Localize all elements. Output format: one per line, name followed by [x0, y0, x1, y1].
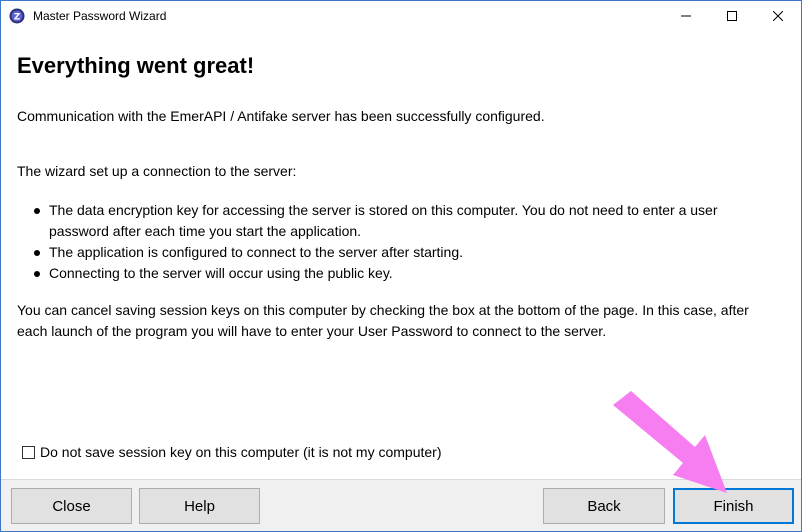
close-button[interactable]: Close: [11, 488, 132, 524]
back-button[interactable]: Back: [543, 488, 665, 524]
wizard-window: Z Master Password Wizard Everything went…: [0, 0, 802, 532]
intro-text: Communication with the EmerAPI / Antifak…: [17, 108, 545, 124]
save-session-checkbox-row[interactable]: Do not save session key on this computer…: [22, 444, 442, 460]
checkbox-label[interactable]: Do not save session key on this computer…: [40, 444, 442, 460]
maximize-icon: [727, 11, 737, 21]
bullet-text: Connecting to the server will occur usin…: [49, 265, 393, 281]
bullet-icon: [34, 250, 40, 256]
bullet-item: The data encryption key for accessing th…: [17, 200, 777, 242]
page-heading: Everything went great!: [17, 53, 255, 78]
close-window-button[interactable]: [755, 1, 801, 31]
bullet-item: The application is configured to connect…: [17, 242, 777, 263]
button-bar: Close Help Back Finish: [1, 479, 801, 531]
bullet-icon: [34, 208, 40, 214]
bullet-text: The application is configured to connect…: [49, 244, 464, 260]
svg-text:Z: Z: [14, 13, 21, 23]
window-title: Master Password Wizard: [33, 9, 167, 23]
maximize-button[interactable]: [709, 1, 755, 31]
title-bar[interactable]: Z Master Password Wizard: [1, 1, 801, 31]
bullet-text: The data encryption key for accessing th…: [49, 202, 718, 239]
setup-intro-text: The wizard set up a connection to the se…: [17, 163, 297, 179]
bullet-item: Connecting to the server will occur usin…: [17, 263, 777, 284]
note-text: You can cancel saving session keys on th…: [17, 302, 749, 339]
help-button[interactable]: Help: [139, 488, 260, 524]
close-icon: [773, 11, 783, 21]
bullet-icon: [34, 271, 40, 277]
wizard-content: Everything went great! Communication wit…: [2, 37, 800, 430]
setup-bullet-list: The data encryption key for accessing th…: [17, 200, 777, 284]
do-not-save-session-checkbox[interactable]: [22, 445, 35, 459]
minimize-icon: [681, 15, 691, 17]
finish-button[interactable]: Finish: [673, 488, 794, 524]
minimize-button[interactable]: [663, 1, 709, 31]
app-logo-icon: Z: [9, 8, 25, 24]
